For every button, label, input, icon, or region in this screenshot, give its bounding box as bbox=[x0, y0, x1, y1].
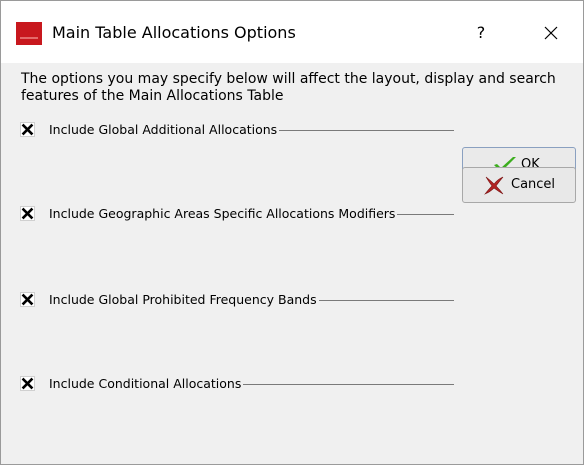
conditional-allocations-checkbox[interactable] bbox=[20, 376, 35, 391]
geographic-areas-modifiers-checkbox[interactable] bbox=[20, 206, 35, 221]
app-icon bbox=[16, 22, 42, 45]
intro-text: The options you may specify below will a… bbox=[21, 71, 581, 105]
option-geographic-areas-modifiers[interactable]: Include Geographic Areas Specific Alloca… bbox=[20, 204, 454, 224]
option-label: Include Conditional Allocations bbox=[49, 374, 244, 394]
option-global-additional-allocations[interactable]: Include Global Additional Allocations bbox=[20, 120, 454, 140]
option-label: Include Geographic Areas Specific Alloca… bbox=[49, 204, 398, 224]
intro-text-line-1: The options you may specify below will a… bbox=[21, 71, 556, 87]
global-additional-allocations-checkbox[interactable] bbox=[20, 122, 35, 137]
option-label: Include Global Additional Allocations bbox=[49, 120, 280, 140]
help-button[interactable]: ? bbox=[463, 19, 499, 47]
intro-text-line-2: features of the Main Allocations Table bbox=[21, 88, 284, 104]
close-button[interactable] bbox=[531, 19, 571, 47]
window-title: Main Table Allocations Options bbox=[52, 23, 296, 42]
red-x-icon bbox=[484, 176, 504, 195]
title-bar[interactable]: Main Table Allocations Options ? bbox=[1, 1, 583, 63]
checkmark-x-icon bbox=[21, 207, 34, 220]
close-icon bbox=[544, 26, 558, 40]
cancel-button-label: Cancel bbox=[511, 177, 556, 192]
checkmark-x-icon bbox=[21, 293, 34, 306]
global-prohibited-bands-checkbox[interactable] bbox=[20, 292, 35, 307]
checkmark-x-icon bbox=[21, 123, 34, 136]
options-dialog: Main Table Allocations Options ? The opt… bbox=[0, 0, 584, 465]
option-global-prohibited-bands[interactable]: Include Global Prohibited Frequency Band… bbox=[20, 290, 454, 310]
checkmark-x-icon bbox=[21, 377, 34, 390]
option-conditional-allocations[interactable]: Include Conditional Allocations bbox=[20, 374, 454, 394]
cancel-button[interactable]: Cancel bbox=[462, 167, 576, 203]
option-label: Include Global Prohibited Frequency Band… bbox=[49, 290, 319, 310]
